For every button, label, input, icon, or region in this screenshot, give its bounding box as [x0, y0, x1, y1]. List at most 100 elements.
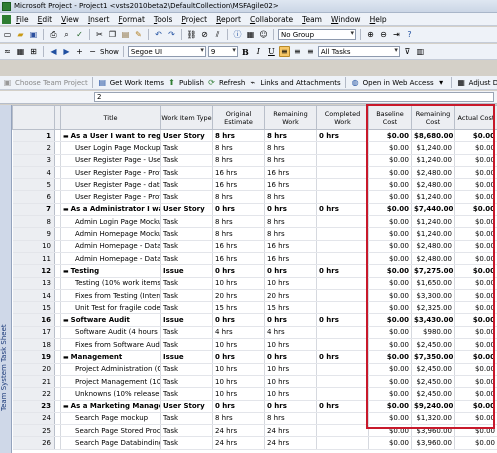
completed-work-cell[interactable] [316, 301, 369, 315]
remaining-work-cell[interactable]: 8 hrs [264, 154, 317, 167]
actual-cost-cell[interactable]: $0.00 [454, 154, 497, 167]
calendar-icon[interactable]: ▦ [15, 46, 26, 57]
table-row[interactable]: 1 ▬As a User I want to registerUser Story… [12, 129, 497, 143]
completed-work-cell[interactable]: 0 hrs [316, 313, 369, 327]
save-icon[interactable]: ▣ [28, 29, 39, 40]
preview-icon[interactable]: ⌕ [61, 29, 72, 40]
table-row[interactable]: 11 Admin Homepage - Datal Task 16 hrs 16 hrs… [12, 252, 497, 266]
original-estimate-cell[interactable]: 0 hrs [212, 264, 265, 278]
remaining-work-cell[interactable]: 10 hrs [264, 363, 317, 376]
remaining-cost-cell[interactable]: $1,320.00 [411, 412, 455, 426]
actual-cost-cell[interactable]: $0.00 [454, 436, 497, 450]
baseline-cost-cell[interactable]: $0.00 [368, 203, 412, 217]
table-row[interactable]: 24 Search Page mockup Task 8 hrs 8 hrs $0.00 $… [12, 412, 497, 426]
cut-icon[interactable]: ✂ [94, 29, 105, 40]
remaining-cost-cell[interactable]: $9,240.00 [411, 400, 455, 413]
row-number[interactable]: 11 [12, 252, 55, 266]
copy-icon[interactable]: ❐ [107, 29, 118, 40]
table-row[interactable]: 8 Admin Login Page Mocku Task 8 hrs 8 hrs $0.… [12, 215, 497, 229]
table-row[interactable]: 25 Search Page Stored Proce Task 24 hrs 24 h… [12, 424, 497, 438]
menu-insert[interactable]: Insert [88, 15, 110, 24]
table-row[interactable]: 20 Project Administration (C Task 10 hrs 10 … [12, 363, 497, 376]
type-cell[interactable]: Task [160, 215, 213, 229]
remaining-cost-cell[interactable]: $2,450.00 [411, 338, 455, 352]
baseline-cost-cell[interactable]: $0.00 [368, 424, 412, 438]
remaining-work-cell[interactable]: 20 hrs [264, 289, 317, 303]
remaining-work-cell[interactable]: 24 hrs [264, 424, 317, 438]
menu-tools[interactable]: Tools [154, 15, 172, 24]
table-row[interactable]: 3 User Register Page - User Task 8 hrs 8 hrs… [12, 154, 497, 167]
gantt-icon[interactable]: ≈ [2, 46, 13, 57]
table-row[interactable]: 26 Search Page Databinding Task 24 hrs 24 hr… [12, 436, 497, 450]
original-estimate-cell[interactable]: 16 hrs [212, 240, 265, 253]
remaining-cost-cell[interactable]: $2,450.00 [411, 375, 455, 389]
table-row[interactable]: 22 Unknowns (10% release) Task 10 hrs 10 hrs… [12, 387, 497, 401]
actual-cost-cell[interactable]: $0.00 [454, 412, 497, 426]
table-row[interactable]: 9 Admin Homepage Mockup Task 8 hrs 8 hrs $0.0… [12, 227, 497, 241]
actual-cost-cell[interactable]: $0.00 [454, 289, 497, 303]
title-cell[interactable]: ▬ Testing [60, 264, 161, 278]
menu-report[interactable]: Report [216, 15, 241, 24]
baseline-cost-cell[interactable]: $0.00 [368, 436, 412, 450]
completed-work-cell[interactable] [316, 289, 369, 303]
view-bar[interactable]: Team System Task Sheet [0, 105, 12, 453]
title-cell[interactable]: User Register Page - User [60, 154, 161, 167]
row-number[interactable]: 9 [12, 227, 55, 241]
baseline-cost-cell[interactable]: $0.00 [368, 154, 412, 167]
column-header-actual-cost[interactable]: Actual Cost [454, 105, 497, 130]
completed-work-cell[interactable]: 0 hrs [316, 203, 369, 217]
title-cell[interactable]: ▬As a Marketing Manager I w [60, 400, 161, 413]
open-icon[interactable]: ▰ [15, 29, 26, 40]
table-row[interactable]: 15 Unit Test for fragile code Task 15 hrs 15… [12, 301, 497, 315]
row-number[interactable]: 26 [12, 436, 55, 450]
table-row[interactable]: 19 ▬ Management Issue 0 hrs 0 hrs 0 hrs $0.00 $7… [12, 350, 497, 364]
get-work-items-button[interactable]: ▤ Get Work Items [97, 77, 164, 88]
remaining-cost-cell[interactable]: $1,240.00 [411, 190, 455, 204]
paste-icon[interactable]: ▤ [120, 29, 131, 40]
baseline-cost-cell[interactable]: $0.00 [368, 326, 412, 340]
print-icon[interactable]: ⎙ [48, 29, 59, 40]
title-cell[interactable]: Search Page Databinding [60, 436, 161, 450]
completed-work-cell[interactable] [316, 424, 369, 438]
assign-resources-icon[interactable]: ☺ [258, 29, 269, 40]
original-estimate-cell[interactable]: 8 hrs [212, 141, 265, 155]
unlink-icon[interactable]: ⊘ [199, 29, 210, 40]
title-cell[interactable]: Unit Test for fragile code [60, 301, 161, 315]
remaining-work-cell[interactable]: 8 hrs [264, 227, 317, 241]
network-icon[interactable]: ⊞ [28, 46, 39, 57]
original-estimate-cell[interactable]: 10 hrs [212, 338, 265, 352]
type-cell[interactable]: Task [160, 436, 213, 450]
table-row[interactable]: 6 User Register Page - Profil Task 8 hrs 8 h… [12, 190, 497, 204]
remaining-cost-cell[interactable]: $7,440.00 [411, 203, 455, 217]
bold-button[interactable]: B [240, 46, 251, 57]
remaining-cost-cell[interactable]: $8,680.00 [411, 129, 455, 143]
type-cell[interactable]: Task [160, 277, 213, 290]
remaining-cost-cell[interactable]: $3,960.00 [411, 424, 455, 438]
remaining-work-cell[interactable]: 8 hrs [264, 412, 317, 426]
remaining-work-cell[interactable]: 8 hrs [264, 215, 317, 229]
title-cell[interactable]: Admin Login Page Mocku [60, 215, 161, 229]
title-cell[interactable]: Software Audit (4 hours p [60, 326, 161, 340]
baseline-cost-cell[interactable]: $0.00 [368, 375, 412, 389]
remaining-work-cell[interactable]: 0 hrs [264, 313, 317, 327]
baseline-cost-cell[interactable]: $0.00 [368, 338, 412, 352]
collapse-icon[interactable]: ▬ [63, 133, 69, 140]
title-cell[interactable]: ▬ Management [60, 350, 161, 364]
actual-cost-cell[interactable]: $0.00 [454, 190, 497, 204]
type-cell[interactable]: Task [160, 227, 213, 241]
menu-format[interactable]: Format [118, 15, 144, 24]
title-cell[interactable]: Fixes from Software Audit [60, 338, 161, 352]
baseline-cost-cell[interactable]: $0.00 [368, 412, 412, 426]
entry-field[interactable]: 2 [94, 92, 494, 102]
remaining-cost-cell[interactable]: $7,275.00 [411, 264, 455, 278]
type-cell[interactable]: Task [160, 424, 213, 438]
original-estimate-cell[interactable]: 15 hrs [212, 301, 265, 315]
document-icon[interactable] [2, 14, 11, 24]
row-number[interactable]: 15 [12, 301, 55, 315]
completed-work-cell[interactable] [316, 436, 369, 450]
remaining-work-cell[interactable]: 10 hrs [264, 338, 317, 352]
link-icon[interactable]: ⛓ [186, 29, 197, 40]
title-cell[interactable]: ▬As a Administrator I want L [60, 203, 161, 217]
type-cell[interactable]: Task [160, 412, 213, 426]
baseline-cost-cell[interactable]: $0.00 [368, 350, 412, 364]
